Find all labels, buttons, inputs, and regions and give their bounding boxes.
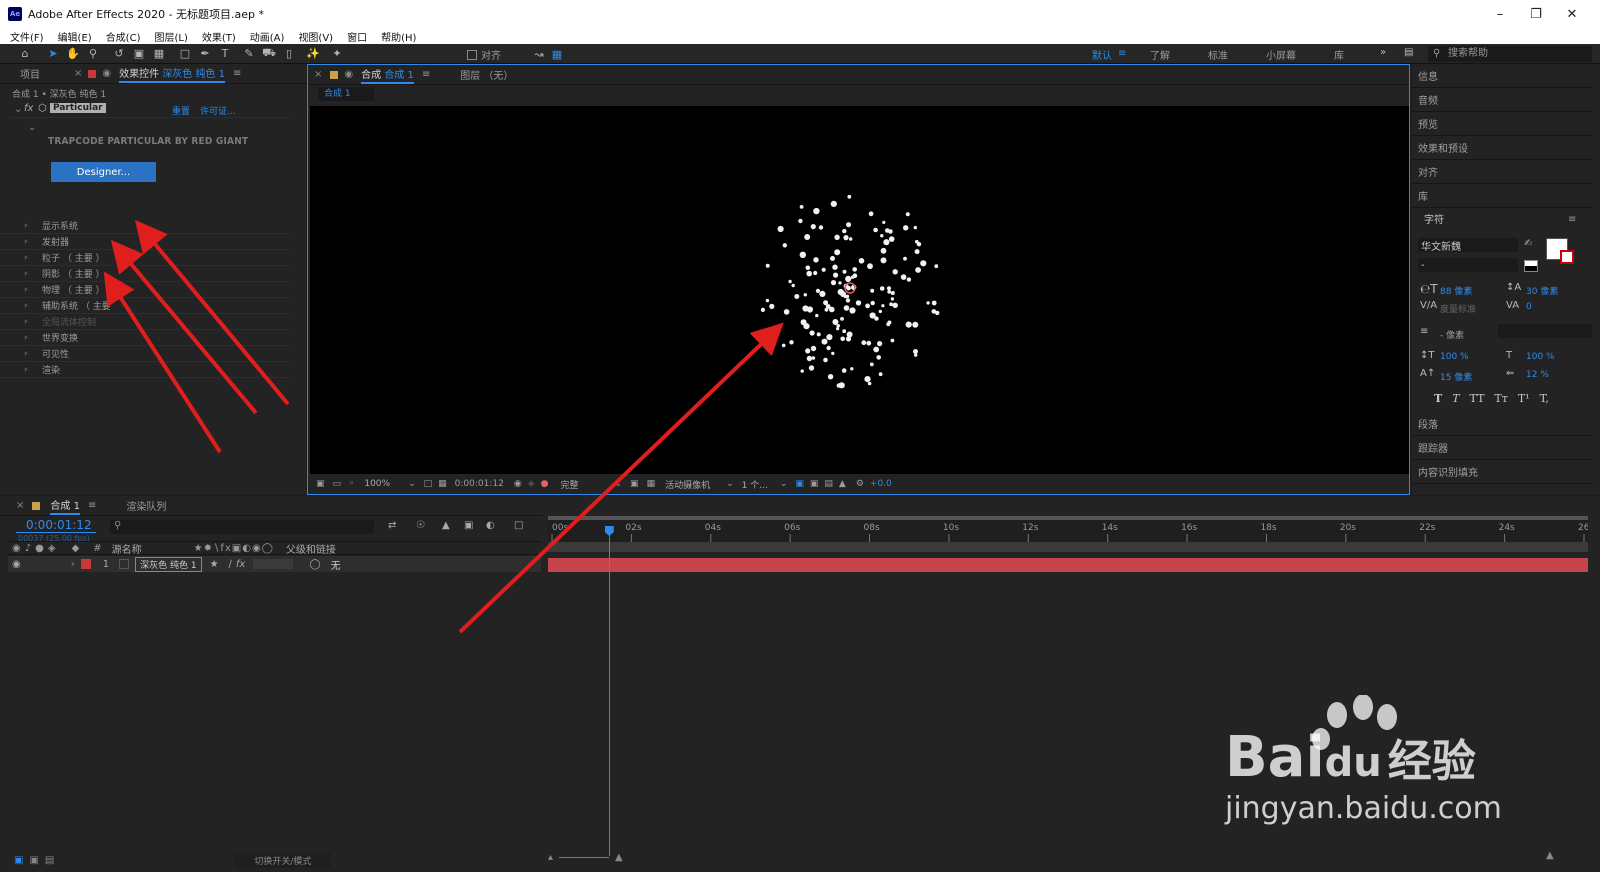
baidu-watermark: Baidu 经验 jingyan.baidu.com bbox=[1225, 695, 1525, 845]
watermark-du: du bbox=[1324, 740, 1382, 786]
watermark-cn: 经验 bbox=[1387, 736, 1476, 787]
watermark-brand: Baidu 经验 bbox=[1225, 725, 1476, 790]
watermark-url: jingyan.baidu.com bbox=[1225, 791, 1502, 826]
watermark-bai: Bai bbox=[1225, 725, 1325, 790]
after-effects-window: Ae Adobe After Effects 2020 - 无标题项目.aep … bbox=[0, 0, 1600, 872]
arrow-to-shading-group bbox=[110, 239, 258, 415]
arrow-to-particles-render bbox=[458, 322, 784, 634]
arrow-to-particle-group bbox=[134, 219, 290, 406]
